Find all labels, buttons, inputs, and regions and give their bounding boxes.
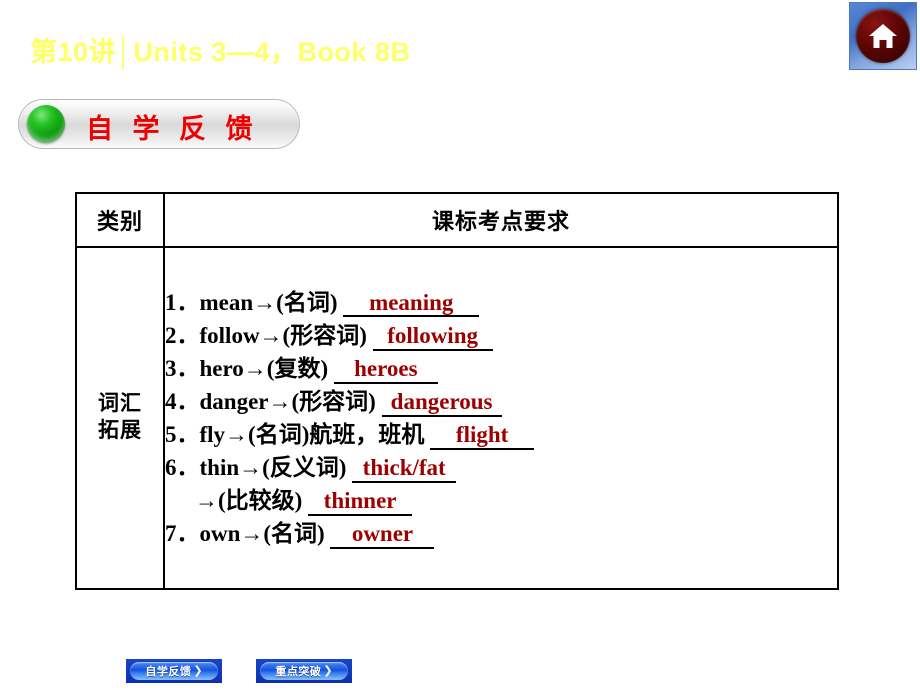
entry-number: 5． [165, 422, 200, 447]
entry-number: 1． [165, 289, 200, 315]
banner-bullet-icon [27, 105, 65, 143]
table-row: 词汇 拓展 1．mean→(名词) meaning 2．follow→(形容词) … [75, 246, 839, 590]
nav-button-label: 重点突破 [275, 666, 322, 678]
vocabulary-entry-list: 1．mean→(名词) meaning 2．follow→(形容词) follow… [165, 286, 837, 551]
entry-prompt: hero→(复数) [199, 355, 334, 381]
header-cell-category: 类别 [75, 192, 165, 248]
vocabulary-entry: 1．mean→(名词) meaning [165, 286, 837, 319]
requirement-cell: 1．mean→(名词) meaning 2．follow→(形容词) follow… [163, 246, 839, 590]
nav-button-inner[interactable]: 重点突破 ❯ [260, 662, 348, 680]
entry-prompt: mean→(名词) [199, 289, 344, 315]
vocabulary-entry: 5．fly→(名词)航班，班机 flight [165, 418, 837, 451]
entry-answer-blank: flight [430, 422, 535, 450]
entry-number: 2． [165, 322, 200, 348]
entry-prompt: follow→(形容词) [199, 322, 373, 348]
vocabulary-entry: 4．danger→(形容词) dangerous [165, 385, 837, 418]
footer-navigation: 自学反馈 ❯ 重点突破 ❯ [126, 659, 352, 683]
entry-prompt: →(比较级) [195, 488, 309, 514]
page-title: 第10讲│Units 3—4，Book 8B [30, 37, 411, 67]
entry-answer-blank: heroes [333, 356, 438, 384]
entry-answer-blank: thinner [308, 488, 413, 517]
slide-header: 第10讲│Units 3—4，Book 8B [0, 0, 920, 88]
home-button[interactable] [849, 2, 917, 70]
entry-answer-blank: owner [330, 521, 435, 550]
nav-button-1[interactable]: 自学反馈 ❯ [126, 659, 222, 683]
entry-number: 6． [165, 455, 200, 481]
entry-answer-blank: thick/fat [352, 455, 457, 483]
home-icon[interactable] [856, 9, 910, 63]
entry-prompt: thin→(反义词) [199, 455, 353, 481]
chevron-right-icon: ❯ [323, 664, 333, 677]
entry-number: 7． [165, 521, 200, 547]
vocabulary-entry: →(比较级) thinner [165, 484, 837, 517]
chevron-right-icon: ❯ [193, 664, 203, 677]
nav-button-label: 自学反馈 [145, 666, 192, 678]
nav-button-2[interactable]: 重点突破 ❯ [256, 659, 352, 683]
table-header-row: 类别 课标考点要求 [75, 192, 839, 248]
category-label-line2: 拓展 [98, 419, 142, 442]
header-cell-requirement: 课标考点要求 [163, 192, 839, 248]
entry-prompt: danger→(形容词) [199, 388, 382, 414]
vocabulary-entry: 2．follow→(形容词) following [165, 319, 837, 352]
entry-answer-blank: dangerous [381, 389, 502, 417]
banner-label: 自 学 反 馈 [86, 114, 259, 144]
entry-number: 3． [165, 355, 200, 381]
vocabulary-table: 类别 课标考点要求 词汇 拓展 1．mean→(名词) meaning 2．fol… [75, 192, 839, 590]
vocabulary-entry: 6．thin→(反义词) thick/fat [165, 451, 837, 484]
category-label-line1: 词汇 [98, 392, 142, 416]
entry-prompt: own→(名词) [199, 521, 331, 547]
entry-answer-blank: following [372, 323, 493, 351]
entry-number: 4． [165, 388, 200, 414]
category-cell-vocabulary: 词汇 拓展 [75, 246, 165, 590]
nav-button-inner[interactable]: 自学反馈 ❯ [130, 662, 218, 680]
vocabulary-entry: 7．own→(名词) owner [165, 517, 837, 550]
vocabulary-entry: 3．hero→(复数) heroes [165, 352, 837, 385]
entry-prompt: fly→(名词)航班，班机 [199, 422, 431, 447]
entry-answer-blank: meaning [343, 290, 480, 318]
section-banner: 自 学 反 馈 [18, 99, 300, 149]
